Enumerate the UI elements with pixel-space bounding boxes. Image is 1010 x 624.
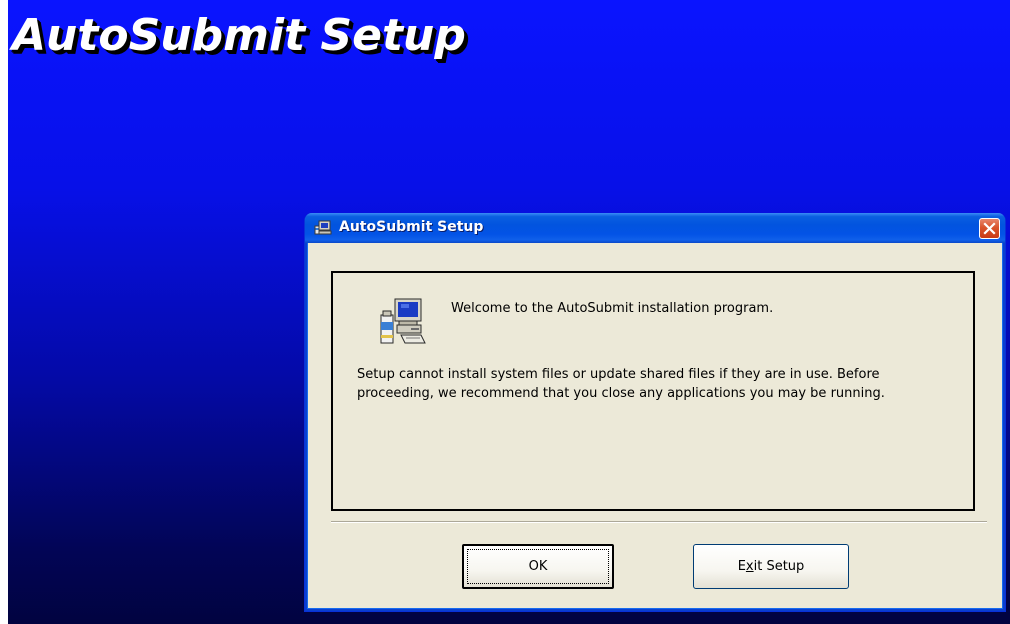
computer-setup-icon (375, 295, 429, 349)
ok-button-label: OK (528, 559, 548, 574)
close-icon (983, 222, 996, 235)
setup-dialog: AutoSubmit Setup Welcome to the AutoSubm… (304, 213, 1006, 612)
dialog-titlebar[interactable]: AutoSubmit Setup (305, 213, 1005, 243)
background-title: AutoSubmit Setup (12, 10, 466, 61)
setup-installer-icon (314, 220, 332, 236)
exit-setup-button-label: Exit Setup (738, 559, 805, 574)
ok-button[interactable]: OK (462, 544, 614, 589)
warning-message: Setup cannot install system files or upd… (357, 367, 885, 401)
exit-label-end: it Setup (753, 559, 805, 574)
exit-label-start: E (737, 559, 746, 574)
button-separator (331, 521, 987, 523)
welcome-text: Welcome to the AutoSubmit installation p… (451, 301, 774, 316)
message-panel: Welcome to the AutoSubmit installation p… (331, 271, 975, 511)
close-button[interactable] (979, 218, 1000, 239)
exit-setup-button[interactable]: Exit Setup (693, 544, 849, 589)
exit-label-mnemonic: x (745, 559, 754, 574)
dialog-title: AutoSubmit Setup (339, 219, 484, 235)
